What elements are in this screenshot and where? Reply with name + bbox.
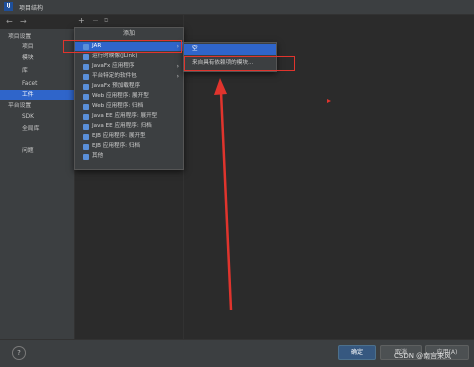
small-red-marker bbox=[327, 99, 331, 103]
red-arrow-icon bbox=[214, 78, 331, 311]
ok-button[interactable]: 确定 bbox=[338, 345, 376, 360]
arrow-shaft bbox=[219, 91, 233, 311]
help-icon[interactable]: ? bbox=[12, 346, 26, 360]
arrow-head bbox=[214, 78, 227, 95]
watermark-text: CSDN @南宫来风 bbox=[394, 352, 452, 360]
